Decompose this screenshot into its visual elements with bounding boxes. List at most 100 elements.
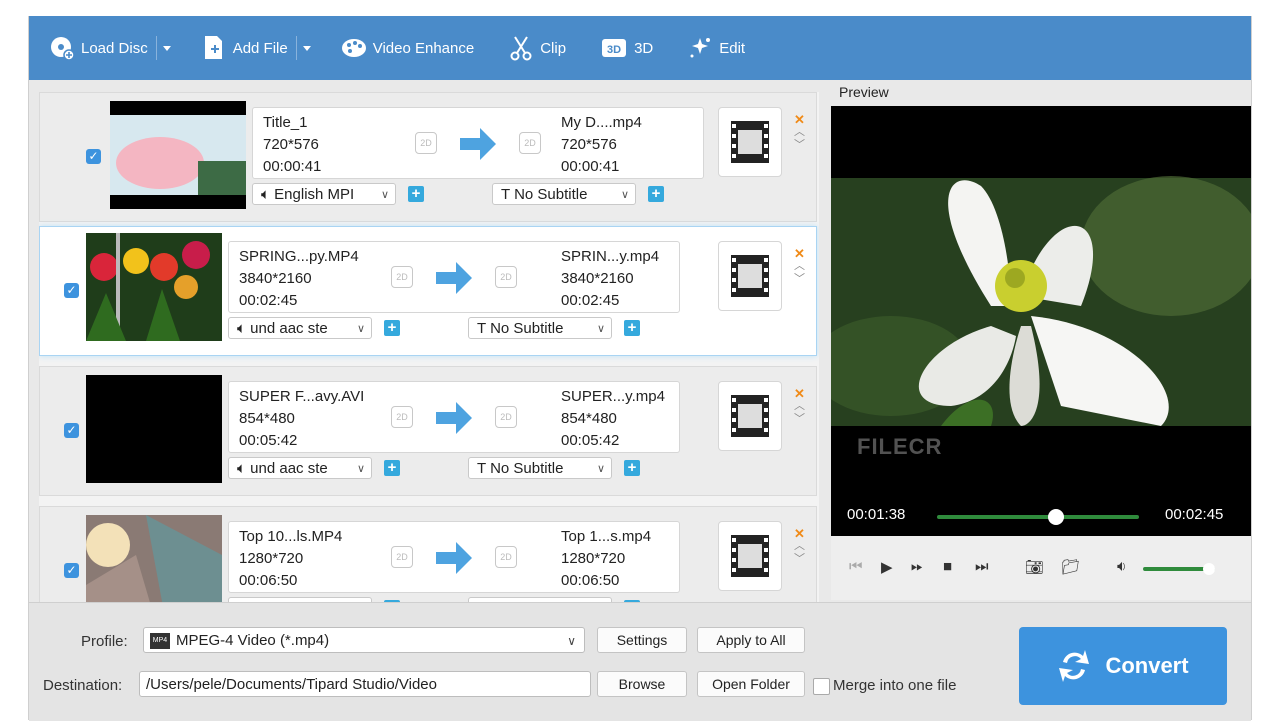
- output-duration: 00:00:41: [561, 158, 620, 175]
- 2d-badge-icon: 2D: [415, 132, 437, 154]
- volume-icon[interactable]: 🔉︎: [1117, 558, 1126, 575]
- folder-icon[interactable]: 📁︎: [1061, 558, 1080, 576]
- row-checkbox[interactable]: ✓: [64, 563, 79, 578]
- convert-label: Convert: [1105, 653, 1189, 678]
- audio-track-select[interactable]: 🔈︎ und aac ste ∨: [228, 457, 372, 479]
- text-icon: T: [501, 186, 515, 203]
- row-checkbox[interactable]: ✓: [64, 283, 79, 298]
- source-duration: 00:05:42: [239, 432, 298, 449]
- player-controls: ⏮︎ ▶︎ ⏩︎ ■ ⏭︎ 📷︎ 📁︎ 🔉︎: [831, 536, 1251, 600]
- play-icon[interactable]: ▶︎: [881, 558, 893, 576]
- chevron-updown-icon[interactable]: ︿ ﹀: [794, 400, 805, 426]
- add-subtitle-button[interactable]: +: [624, 320, 640, 336]
- speaker-icon: 🔈︎: [261, 186, 275, 203]
- file-list: ✓ Title_1 720*576 00:00:41 2D 2D My D...…: [39, 92, 819, 602]
- row-side-controls: ✕ ︿ ﹀: [794, 113, 805, 152]
- open-folder-button[interactable]: Open Folder: [697, 671, 805, 697]
- merge-checkbox[interactable]: [813, 678, 830, 695]
- 3d-button[interactable]: 3D 3D: [600, 28, 653, 68]
- remove-icon[interactable]: ✕: [794, 527, 805, 540]
- output-format-button[interactable]: [718, 107, 782, 177]
- convert-arrow-icon: [458, 124, 498, 168]
- stop-icon[interactable]: ■: [943, 558, 952, 575]
- preview-label: Preview: [839, 84, 889, 100]
- audio-track-select[interactable]: 🔈︎ English MPI ∨: [252, 183, 396, 205]
- volume-handle[interactable]: [1203, 563, 1216, 575]
- chevron-updown-icon[interactable]: ︿ ﹀: [794, 540, 805, 566]
- chevron-updown-icon[interactable]: ︿ ﹀: [794, 260, 805, 286]
- clip-button[interactable]: Clip: [508, 28, 566, 68]
- video-thumbnail: [86, 233, 222, 341]
- file-row[interactable]: ✓ SUPER F...avy.AVI 854*480 00:05:42 2D …: [39, 366, 817, 496]
- text-icon: T: [477, 320, 491, 337]
- source-resolution: 854*480: [239, 410, 295, 427]
- audio-track-select[interactable]: 🔈︎ und aac ste ∨: [228, 317, 372, 339]
- subtitle-value: No Subtitle: [514, 186, 588, 203]
- add-audio-button[interactable]: +: [384, 320, 400, 336]
- add-file-dropdown[interactable]: [295, 36, 315, 60]
- volume-slider[interactable]: [1143, 563, 1216, 575]
- film-icon: [731, 535, 769, 577]
- film-icon: [731, 121, 769, 163]
- add-audio-button[interactable]: +: [384, 460, 400, 476]
- subtitle-select[interactable]: T No Subtitle ∨: [468, 317, 612, 339]
- svg-text:3D: 3D: [607, 44, 621, 56]
- edit-button[interactable]: Edit: [687, 28, 745, 68]
- file-row[interactable]: ✓ Title_1 720*576 00:00:41 2D 2D My D...…: [39, 92, 817, 222]
- output-format-button[interactable]: [718, 241, 782, 311]
- add-audio-button[interactable]: +: [408, 186, 424, 202]
- add-subtitle-button[interactable]: +: [648, 186, 664, 202]
- film-icon: [731, 395, 769, 437]
- convert-arrow-icon: [434, 538, 474, 582]
- camera-icon[interactable]: 📷︎: [1025, 558, 1044, 576]
- video-enhance-button[interactable]: Video Enhance: [341, 28, 474, 68]
- edit-label: Edit: [719, 39, 746, 57]
- video-thumbnail: [110, 101, 246, 209]
- row-checkbox[interactable]: ✓: [86, 149, 101, 164]
- remove-icon[interactable]: ✕: [794, 113, 805, 126]
- convert-arrow-icon: [434, 398, 474, 442]
- skip-start-icon[interactable]: ⏮︎: [849, 558, 863, 575]
- file-info-box: SUPER F...avy.AVI 854*480 00:05:42 2D 2D…: [228, 381, 680, 453]
- file-row[interactable]: ✓ Top 10...ls.MP4 1280*720 00:06:50 2D 2…: [39, 506, 817, 602]
- convert-refresh-icon: [1059, 650, 1090, 682]
- source-name: SUPER F...avy.AVI: [239, 388, 365, 405]
- add-file-label: Add File: [232, 39, 288, 57]
- subtitle-select[interactable]: T No Subtitle ∨: [468, 457, 612, 479]
- output-duration: 00:05:42: [561, 432, 620, 449]
- preview-player[interactable]: [831, 106, 1251, 536]
- load-disc-button[interactable]: Load Disc: [49, 28, 175, 68]
- remove-icon[interactable]: ✕: [794, 387, 805, 400]
- apply-to-all-button[interactable]: Apply to All: [697, 627, 805, 653]
- row-checkbox[interactable]: ✓: [64, 423, 79, 438]
- load-disc-label: Load Disc: [81, 39, 148, 57]
- 2d-badge-icon: 2D: [391, 266, 413, 288]
- add-file-button[interactable]: Add File: [201, 28, 315, 68]
- convert-button[interactable]: Convert: [1019, 627, 1227, 705]
- file-add-icon: [201, 35, 227, 61]
- speaker-icon: 🔈︎: [237, 460, 251, 477]
- source-name: SPRING...py.MP4: [239, 248, 359, 265]
- text-icon: T: [477, 460, 491, 477]
- file-row[interactable]: ✓ SPRING...py.MP4 3840*2160 00:02:45 2D …: [39, 226, 817, 356]
- current-time: 00:01:38: [847, 506, 906, 523]
- skip-end-icon[interactable]: ⏭︎: [975, 558, 989, 575]
- settings-button[interactable]: Settings: [597, 627, 687, 653]
- remove-icon[interactable]: ✕: [794, 247, 805, 260]
- load-disc-dropdown[interactable]: [155, 36, 175, 60]
- chevron-updown-icon[interactable]: ︿ ﹀: [794, 126, 805, 152]
- browse-button[interactable]: Browse: [597, 671, 687, 697]
- seek-bar[interactable]: [937, 509, 1139, 525]
- output-format-button[interactable]: [718, 521, 782, 591]
- add-subtitle-button[interactable]: +: [624, 460, 640, 476]
- output-format-button[interactable]: [718, 381, 782, 451]
- subtitle-select[interactable]: T No Subtitle ∨: [492, 183, 636, 205]
- destination-field[interactable]: /Users/pele/Documents/Tipard Studio/Vide…: [139, 671, 591, 697]
- 2d-badge-icon: 2D: [495, 266, 517, 288]
- destination-label: Destination:: [43, 677, 123, 694]
- mpeg-icon: MP4: [150, 633, 170, 650]
- output-name: My D....mp4: [561, 114, 642, 131]
- fast-forward-icon[interactable]: ⏩︎: [911, 558, 923, 575]
- output-resolution: 3840*2160: [561, 270, 634, 287]
- profile-select[interactable]: MP4 MPEG-4 Video (*.mp4) ∨: [143, 627, 585, 653]
